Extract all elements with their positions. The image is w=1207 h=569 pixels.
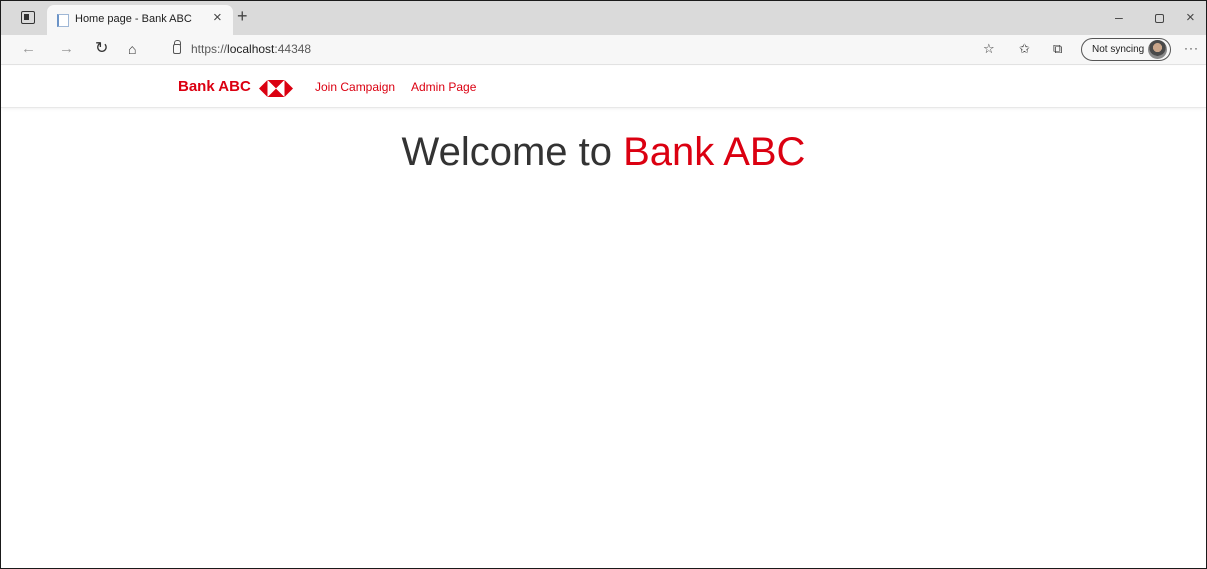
brand-link[interactable]: Bank ABC bbox=[178, 78, 251, 95]
add-favorite-icon[interactable]: ☆ bbox=[983, 41, 995, 57]
nav-admin-page[interactable]: Admin Page bbox=[411, 80, 476, 94]
home-icon[interactable]: ⌂ bbox=[128, 40, 136, 58]
tab-title: Home page - Bank ABC bbox=[75, 13, 192, 25]
tab-close-icon[interactable]: × bbox=[213, 10, 222, 26]
refresh-icon[interactable]: ↻ bbox=[95, 40, 108, 58]
profile-sync-button[interactable]: Not syncing bbox=[1081, 38, 1171, 61]
bank-logo-icon[interactable] bbox=[259, 80, 293, 97]
browser-toolbar: ← → ↻ ⌂ https://localhost:44348 ☆ ✩ ⧉ No… bbox=[1, 35, 1206, 65]
tab-strip: Home page - Bank ABC × + – × bbox=[1, 1, 1206, 35]
address-bar[interactable]: https://localhost:44348 bbox=[159, 38, 969, 61]
url-text[interactable]: https://localhost:44348 bbox=[191, 42, 311, 56]
minimize-button[interactable]: – bbox=[1115, 9, 1123, 25]
avatar bbox=[1148, 40, 1167, 59]
lock-icon[interactable] bbox=[173, 40, 181, 54]
browser-window: Home page - Bank ABC × + – × ← → ↻ ⌂ htt… bbox=[0, 0, 1207, 569]
favorites-icon[interactable]: ✩ bbox=[1019, 41, 1030, 57]
new-tab-button[interactable]: + bbox=[237, 6, 248, 26]
tab-actions-icon[interactable] bbox=[21, 11, 35, 24]
collections-icon[interactable]: ⧉ bbox=[1053, 41, 1062, 57]
welcome-prefix: Welcome to bbox=[401, 130, 624, 174]
restore-button[interactable] bbox=[1155, 14, 1164, 23]
forward-icon[interactable]: → bbox=[59, 40, 74, 58]
site-navbar: Bank ABC Join Campaign Admin Page bbox=[1, 66, 1206, 108]
sync-label: Not syncing bbox=[1092, 44, 1145, 55]
page-favicon-icon bbox=[57, 14, 69, 27]
welcome-brand: Bank ABC bbox=[623, 130, 806, 174]
page-title: Welcome to Bank ABC bbox=[1, 130, 1206, 175]
tab-home-page[interactable]: Home page - Bank ABC × bbox=[47, 5, 233, 35]
back-icon[interactable]: ← bbox=[21, 40, 36, 58]
nav-join-campaign[interactable]: Join Campaign bbox=[315, 80, 395, 94]
page-content: Bank ABC Join Campaign Admin Page Welcom… bbox=[1, 66, 1206, 568]
close-window-button[interactable]: × bbox=[1186, 9, 1195, 26]
more-options-icon[interactable]: ··· bbox=[1184, 41, 1199, 55]
